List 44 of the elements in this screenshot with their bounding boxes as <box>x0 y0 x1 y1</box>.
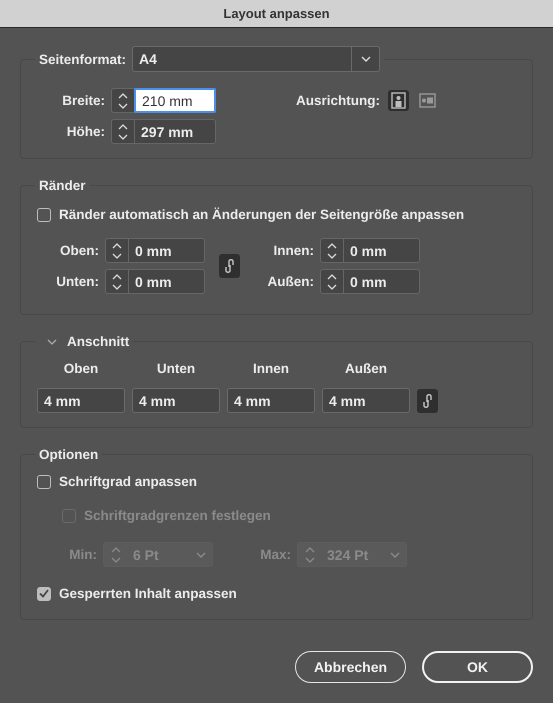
column-label: Außen <box>344 361 388 376</box>
section-title: Optionen <box>39 447 98 462</box>
chevron-down-icon[interactable] <box>47 336 57 346</box>
chain-link-button[interactable] <box>417 388 438 412</box>
chevron-down-icon <box>360 56 371 62</box>
number-field[interactable]: 4 mm <box>37 388 125 413</box>
checkbox[interactable] <box>37 586 51 600</box>
number-field[interactable]: 4 mm <box>322 388 410 413</box>
field-label: Unten: <box>55 274 99 289</box>
chevron-down-icon <box>196 552 206 558</box>
chain-link-icon <box>225 258 234 274</box>
field-label: Breite: <box>61 93 105 108</box>
field-label: Außen: <box>266 274 314 289</box>
portrait-icon[interactable] <box>388 90 409 111</box>
checkbox-label: Ränder automatisch an Änderungen der Seitengröße anpassen <box>59 207 464 222</box>
checkbox-label: Gesperrten Inhalt anpassen <box>59 586 237 601</box>
field-label: Seitenformat: <box>39 52 126 66</box>
field-label: Ausrichtung: <box>296 93 380 108</box>
number-field[interactable]: 0 mm <box>320 238 420 263</box>
checkbox[interactable] <box>37 474 51 488</box>
number-field[interactable]: 0 mm <box>105 269 205 294</box>
number-field[interactable]: 297 mm <box>111 119 216 144</box>
number-field[interactable]: 210 mm <box>111 88 216 113</box>
number-field[interactable]: 4 mm <box>227 388 315 413</box>
chain-link-icon <box>423 392 432 408</box>
cancel-button[interactable]: Abbrechen <box>295 651 406 683</box>
field-label: Innen: <box>272 243 314 258</box>
number-field[interactable]: 0 mm <box>320 269 420 294</box>
field-label: Oben: <box>59 243 99 258</box>
number-field[interactable]: 4 mm <box>132 388 220 413</box>
column-label: Unten <box>156 361 196 376</box>
chevron-down-icon <box>390 552 400 558</box>
window-title: Layout anpassen <box>223 6 330 21</box>
number-field[interactable]: 0 mm <box>105 238 205 263</box>
checkbox-label: Schriftgrad anpassen <box>59 474 198 489</box>
column-label: Innen <box>252 361 290 376</box>
checkbox[interactable] <box>37 208 51 222</box>
field-label: Höhe: <box>66 124 105 139</box>
chain-link-button[interactable] <box>219 254 240 278</box>
column-label: Oben <box>62 361 100 376</box>
page-size-dropdown[interactable]: A4 <box>132 46 380 72</box>
section-title: Ränder <box>39 178 86 193</box>
ok-button[interactable]: OK <box>422 651 533 683</box>
section-title: Anschnitt <box>67 334 130 349</box>
